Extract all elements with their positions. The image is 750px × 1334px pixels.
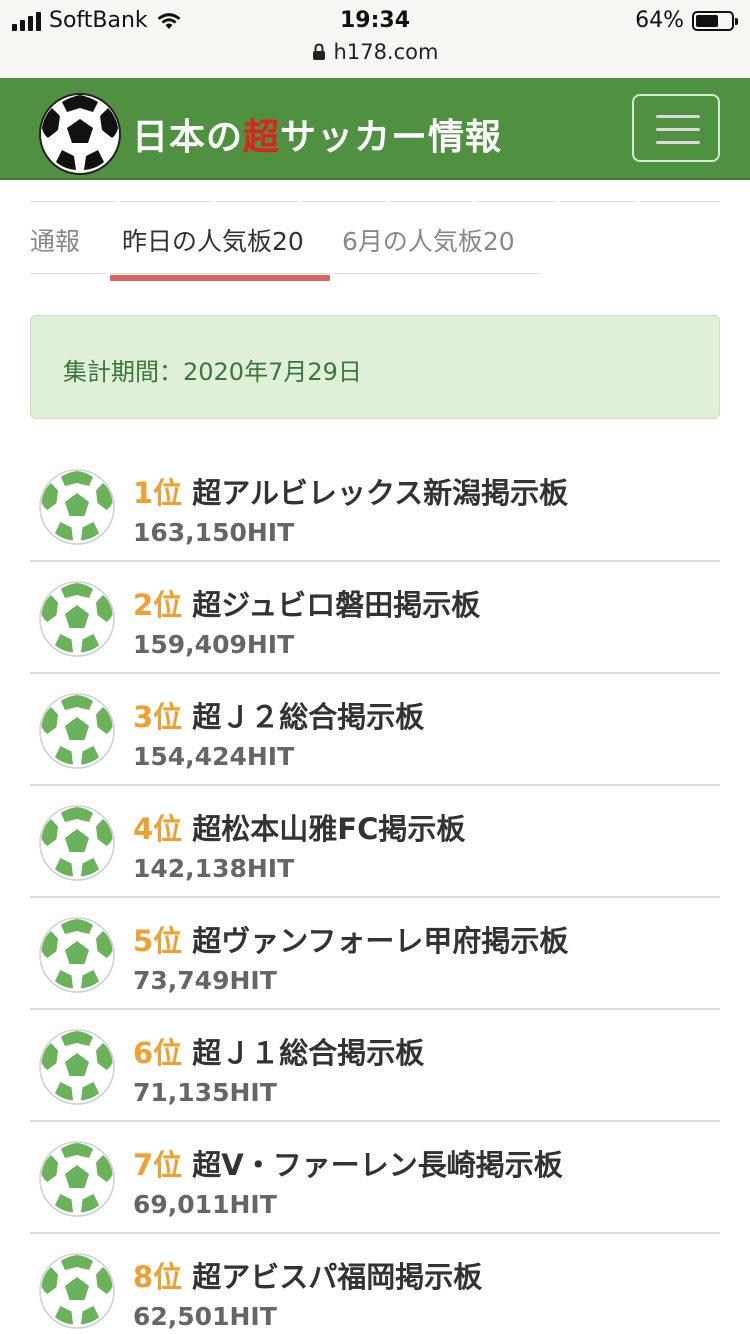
active-tab-indicator <box>110 275 330 281</box>
board-title[interactable]: 1位 超アルビレックス新潟掲示板 <box>133 470 568 512</box>
hit-count: 142,138HIT <box>133 854 295 883</box>
rank-number: 7位 <box>133 1148 183 1182</box>
rank-number: 4位 <box>133 812 183 846</box>
menu-bar-icon <box>656 141 700 144</box>
board-name: 超Ｊ２総合掲示板 <box>192 700 425 734</box>
soccer-ball-icon <box>39 917 115 993</box>
battery-percent: 64% <box>635 8 684 33</box>
hit-count: 69,011HIT <box>133 1190 277 1219</box>
status-right: 64% <box>635 8 738 33</box>
soccer-ball-icon <box>39 693 115 769</box>
board-title[interactable]: 2位 超ジュビロ磐田掲示板 <box>133 582 480 624</box>
tab-remnant <box>476 180 556 202</box>
list-item[interactable]: 6位 超Ｊ１総合掲示板 71,135HIT <box>30 1010 720 1122</box>
hit-count: 71,135HIT <box>133 1078 277 1107</box>
hamburger-menu-button[interactable] <box>632 94 720 162</box>
board-title[interactable]: 6位 超Ｊ１総合掲示板 <box>133 1030 424 1072</box>
hit-count: 62,501HIT <box>133 1302 277 1331</box>
board-name: 超Ｊ１総合掲示板 <box>192 1036 425 1070</box>
site-title-part1: 日本の <box>132 117 244 158</box>
rank-number: 1位 <box>133 476 183 510</box>
tab-june-top20[interactable]: 6月の人気板20 <box>334 210 540 274</box>
ranking-list: 1位 超アルビレックス新潟掲示板 163,150HIT 2位 超ジュビロ磐田掲示… <box>30 450 720 1334</box>
status-bar: SoftBank 19:34 64% h178.com <box>0 0 750 78</box>
site-title-part2: サッカー情報 <box>280 117 503 158</box>
lock-icon <box>312 43 325 60</box>
tab-remnant <box>640 180 720 202</box>
tab-remnant <box>30 180 116 202</box>
tab-yesterday-top20[interactable]: 昨日の人気板20 <box>110 210 330 281</box>
category-tabs-scrolled <box>30 180 720 204</box>
hit-count: 163,150HIT <box>133 518 295 547</box>
soccer-ball-icon <box>39 581 115 657</box>
soccer-ball-icon <box>39 805 115 881</box>
soccer-ball-icon <box>39 469 115 545</box>
tab-label: 昨日の人気板20 <box>122 227 304 256</box>
rank-number: 8位 <box>133 1260 183 1294</box>
list-item[interactable]: 2位 超ジュビロ磐田掲示板 159,409HIT <box>30 562 720 674</box>
rank-number: 3位 <box>133 700 183 734</box>
tab-remnant <box>120 180 212 202</box>
rank-number: 5位 <box>133 924 183 958</box>
hit-count: 73,749HIT <box>133 966 277 995</box>
soccer-ball-logo-icon[interactable] <box>38 92 122 176</box>
battery-icon <box>692 10 738 31</box>
soccer-ball-icon <box>39 1253 115 1329</box>
tab-remnant <box>560 180 636 202</box>
board-name: 超ジュビロ磐田掲示板 <box>192 588 481 622</box>
board-title[interactable]: 7位 超V・ファーレン長崎掲示板 <box>133 1142 563 1184</box>
hit-count: 159,409HIT <box>133 630 295 659</box>
tab-remnant <box>216 180 298 202</box>
address-bar[interactable]: h178.com <box>0 40 750 64</box>
list-item[interactable]: 5位 超ヴァンフォーレ甲府掲示板 73,749HIT <box>30 898 720 1010</box>
board-name: 超アビスパ福岡掲示板 <box>192 1260 483 1294</box>
board-name: 超ヴァンフォーレ甲府掲示板 <box>192 924 569 958</box>
board-title[interactable]: 5位 超ヴァンフォーレ甲府掲示板 <box>133 918 568 960</box>
menu-bar-icon <box>656 128 700 131</box>
list-item[interactable]: 7位 超V・ファーレン長崎掲示板 69,011HIT <box>30 1122 720 1234</box>
period-alert: 集計期間：2020年7月29日 <box>30 315 720 419</box>
soccer-ball-icon <box>39 1029 115 1105</box>
tab-label: 通報 <box>30 227 81 256</box>
rank-number: 2位 <box>133 588 183 622</box>
site-title[interactable]: 日本の超サッカー情報 <box>132 108 502 160</box>
rank-number: 6位 <box>133 1036 183 1070</box>
tab-report[interactable]: 通報 <box>30 210 106 274</box>
board-name: 超V・ファーレン長崎掲示板 <box>192 1148 563 1182</box>
site-header: 日本の超サッカー情報 <box>0 78 750 180</box>
board-title[interactable]: 8位 超アビスパ福岡掲示板 <box>133 1254 482 1296</box>
board-title[interactable]: 3位 超Ｊ２総合掲示板 <box>133 694 424 736</box>
board-name: 超松本山雅FC掲示板 <box>192 812 466 846</box>
tab-label: 6月の人気板20 <box>342 227 515 256</box>
menu-bar-icon <box>656 115 700 118</box>
tab-remnant <box>302 180 386 202</box>
list-item[interactable]: 4位 超松本山雅FC掲示板 142,138HIT <box>30 786 720 898</box>
hit-count: 154,424HIT <box>133 742 295 771</box>
site-title-accent: 超 <box>243 117 281 158</box>
board-title[interactable]: 4位 超松本山雅FC掲示板 <box>133 806 465 848</box>
board-name: 超アルビレックス新潟掲示板 <box>192 476 569 510</box>
url-text: h178.com <box>333 40 439 64</box>
tab-remnant <box>390 180 472 202</box>
period-text: 集計期間：2020年7月29日 <box>63 358 362 386</box>
list-item[interactable]: 1位 超アルビレックス新潟掲示板 163,150HIT <box>30 450 720 562</box>
list-item[interactable]: 3位 超Ｊ２総合掲示板 154,424HIT <box>30 674 720 786</box>
soccer-ball-icon <box>39 1141 115 1217</box>
list-item[interactable]: 8位 超アビスパ福岡掲示板 62,501HIT <box>30 1234 720 1334</box>
